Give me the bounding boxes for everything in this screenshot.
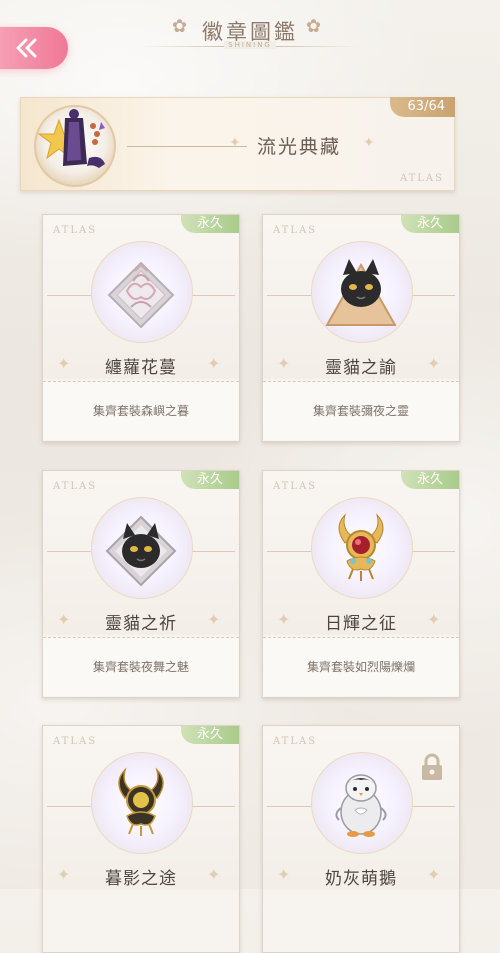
- card-divider: [267, 551, 311, 552]
- card-divider: [411, 551, 455, 552]
- badge-card[interactable]: ATLAS 永久 ✦ 纏蘿花蔓 ✦ 集齊套裝森嶼之暮: [42, 214, 240, 442]
- sparkle-icon: ✦: [427, 354, 441, 373]
- atlas-watermark: ATLAS: [273, 225, 318, 236]
- cat-diamond-badge-icon: [105, 515, 177, 587]
- badge-condition: 集齊套裝夜舞之魅: [43, 637, 239, 696]
- permanent-tag: 永久: [181, 726, 239, 744]
- back-button[interactable]: [0, 27, 68, 69]
- page-subtitle: SHINING: [224, 41, 276, 49]
- badge-card-locked[interactable]: ATLAS ✦ 奶灰萌鵝 ✦: [262, 725, 460, 953]
- atlas-watermark: ATLAS: [53, 736, 98, 747]
- cat-pyramid-badge-icon: [325, 259, 397, 326]
- sparkle-icon: ✦: [207, 865, 221, 884]
- sparkle-icon: ✦: [229, 135, 241, 151]
- flower-icon: ✿: [306, 16, 322, 37]
- card-divider: [267, 806, 311, 807]
- card-divider: [47, 551, 91, 552]
- permanent-tag: 永久: [401, 215, 459, 233]
- card-divider: [267, 295, 311, 296]
- collection-name: 流光典藏: [257, 136, 342, 158]
- permanent-tag: 永久: [401, 471, 459, 489]
- atlas-watermark: ATLAS: [273, 736, 318, 747]
- lock-icon: [422, 753, 442, 780]
- badge-card[interactable]: ATLAS 永久 ✦ 日輝之征 ✦ 集齊套裝如烈陽爍爛: [262, 470, 460, 698]
- collection-banner[interactable]: ✦ 流光典藏 ✦ 63/64 ATLAS: [20, 97, 455, 191]
- permanent-tag: 永久: [181, 471, 239, 489]
- badge-condition: 集齊套裝森嶼之暮: [43, 381, 239, 440]
- atlas-watermark: ATLAS: [53, 225, 98, 236]
- badge-card[interactable]: ATLAS 永久 ✦ 暮影之途 ✦: [42, 725, 240, 953]
- card-divider: [191, 295, 235, 296]
- dusk-horns-badge-icon: [118, 767, 164, 836]
- badge-condition: 集齊套裝彌夜之靈: [263, 381, 459, 440]
- badge-condition: 集齊套裝如烈陽爍爛: [263, 637, 459, 696]
- card-divider: [47, 806, 91, 807]
- sparkle-icon: ✦: [427, 610, 441, 629]
- sparkle-icon: ✦: [207, 354, 221, 373]
- card-divider: [47, 295, 91, 296]
- collection-count-badge: 63/64: [389, 97, 455, 117]
- sparkle-icon: ✦: [427, 865, 441, 884]
- sparkle-icon: ✦: [207, 610, 221, 629]
- double-chevron-left-icon: [16, 38, 37, 58]
- atlas-watermark: ATLAS: [273, 481, 318, 492]
- card-divider: [191, 806, 235, 807]
- card-divider: [411, 806, 455, 807]
- vine-badge-icon: [107, 261, 175, 329]
- badge-card[interactable]: ATLAS 永久 ✦ 靈貓之祈 ✦ 集齊套裝夜舞之魅: [42, 470, 240, 698]
- collection-badge-icon: [34, 105, 116, 187]
- atlas-watermark: ATLAS: [399, 173, 444, 184]
- card-divider: [191, 551, 235, 552]
- permanent-tag: 永久: [181, 215, 239, 233]
- atlas-watermark: ATLAS: [53, 481, 98, 492]
- sun-horns-badge-icon: [338, 513, 384, 581]
- badge-card[interactable]: ATLAS 永久 ✦ 靈貓之諭 ✦ 集齊套裝彌夜之靈: [262, 214, 460, 442]
- sparkle-icon: ✦: [363, 135, 375, 151]
- penguin-badge-icon: [335, 774, 387, 837]
- card-divider: [411, 295, 455, 296]
- page-header: ✿ 徽章圖鑑 ✿ SHINING: [0, 10, 500, 54]
